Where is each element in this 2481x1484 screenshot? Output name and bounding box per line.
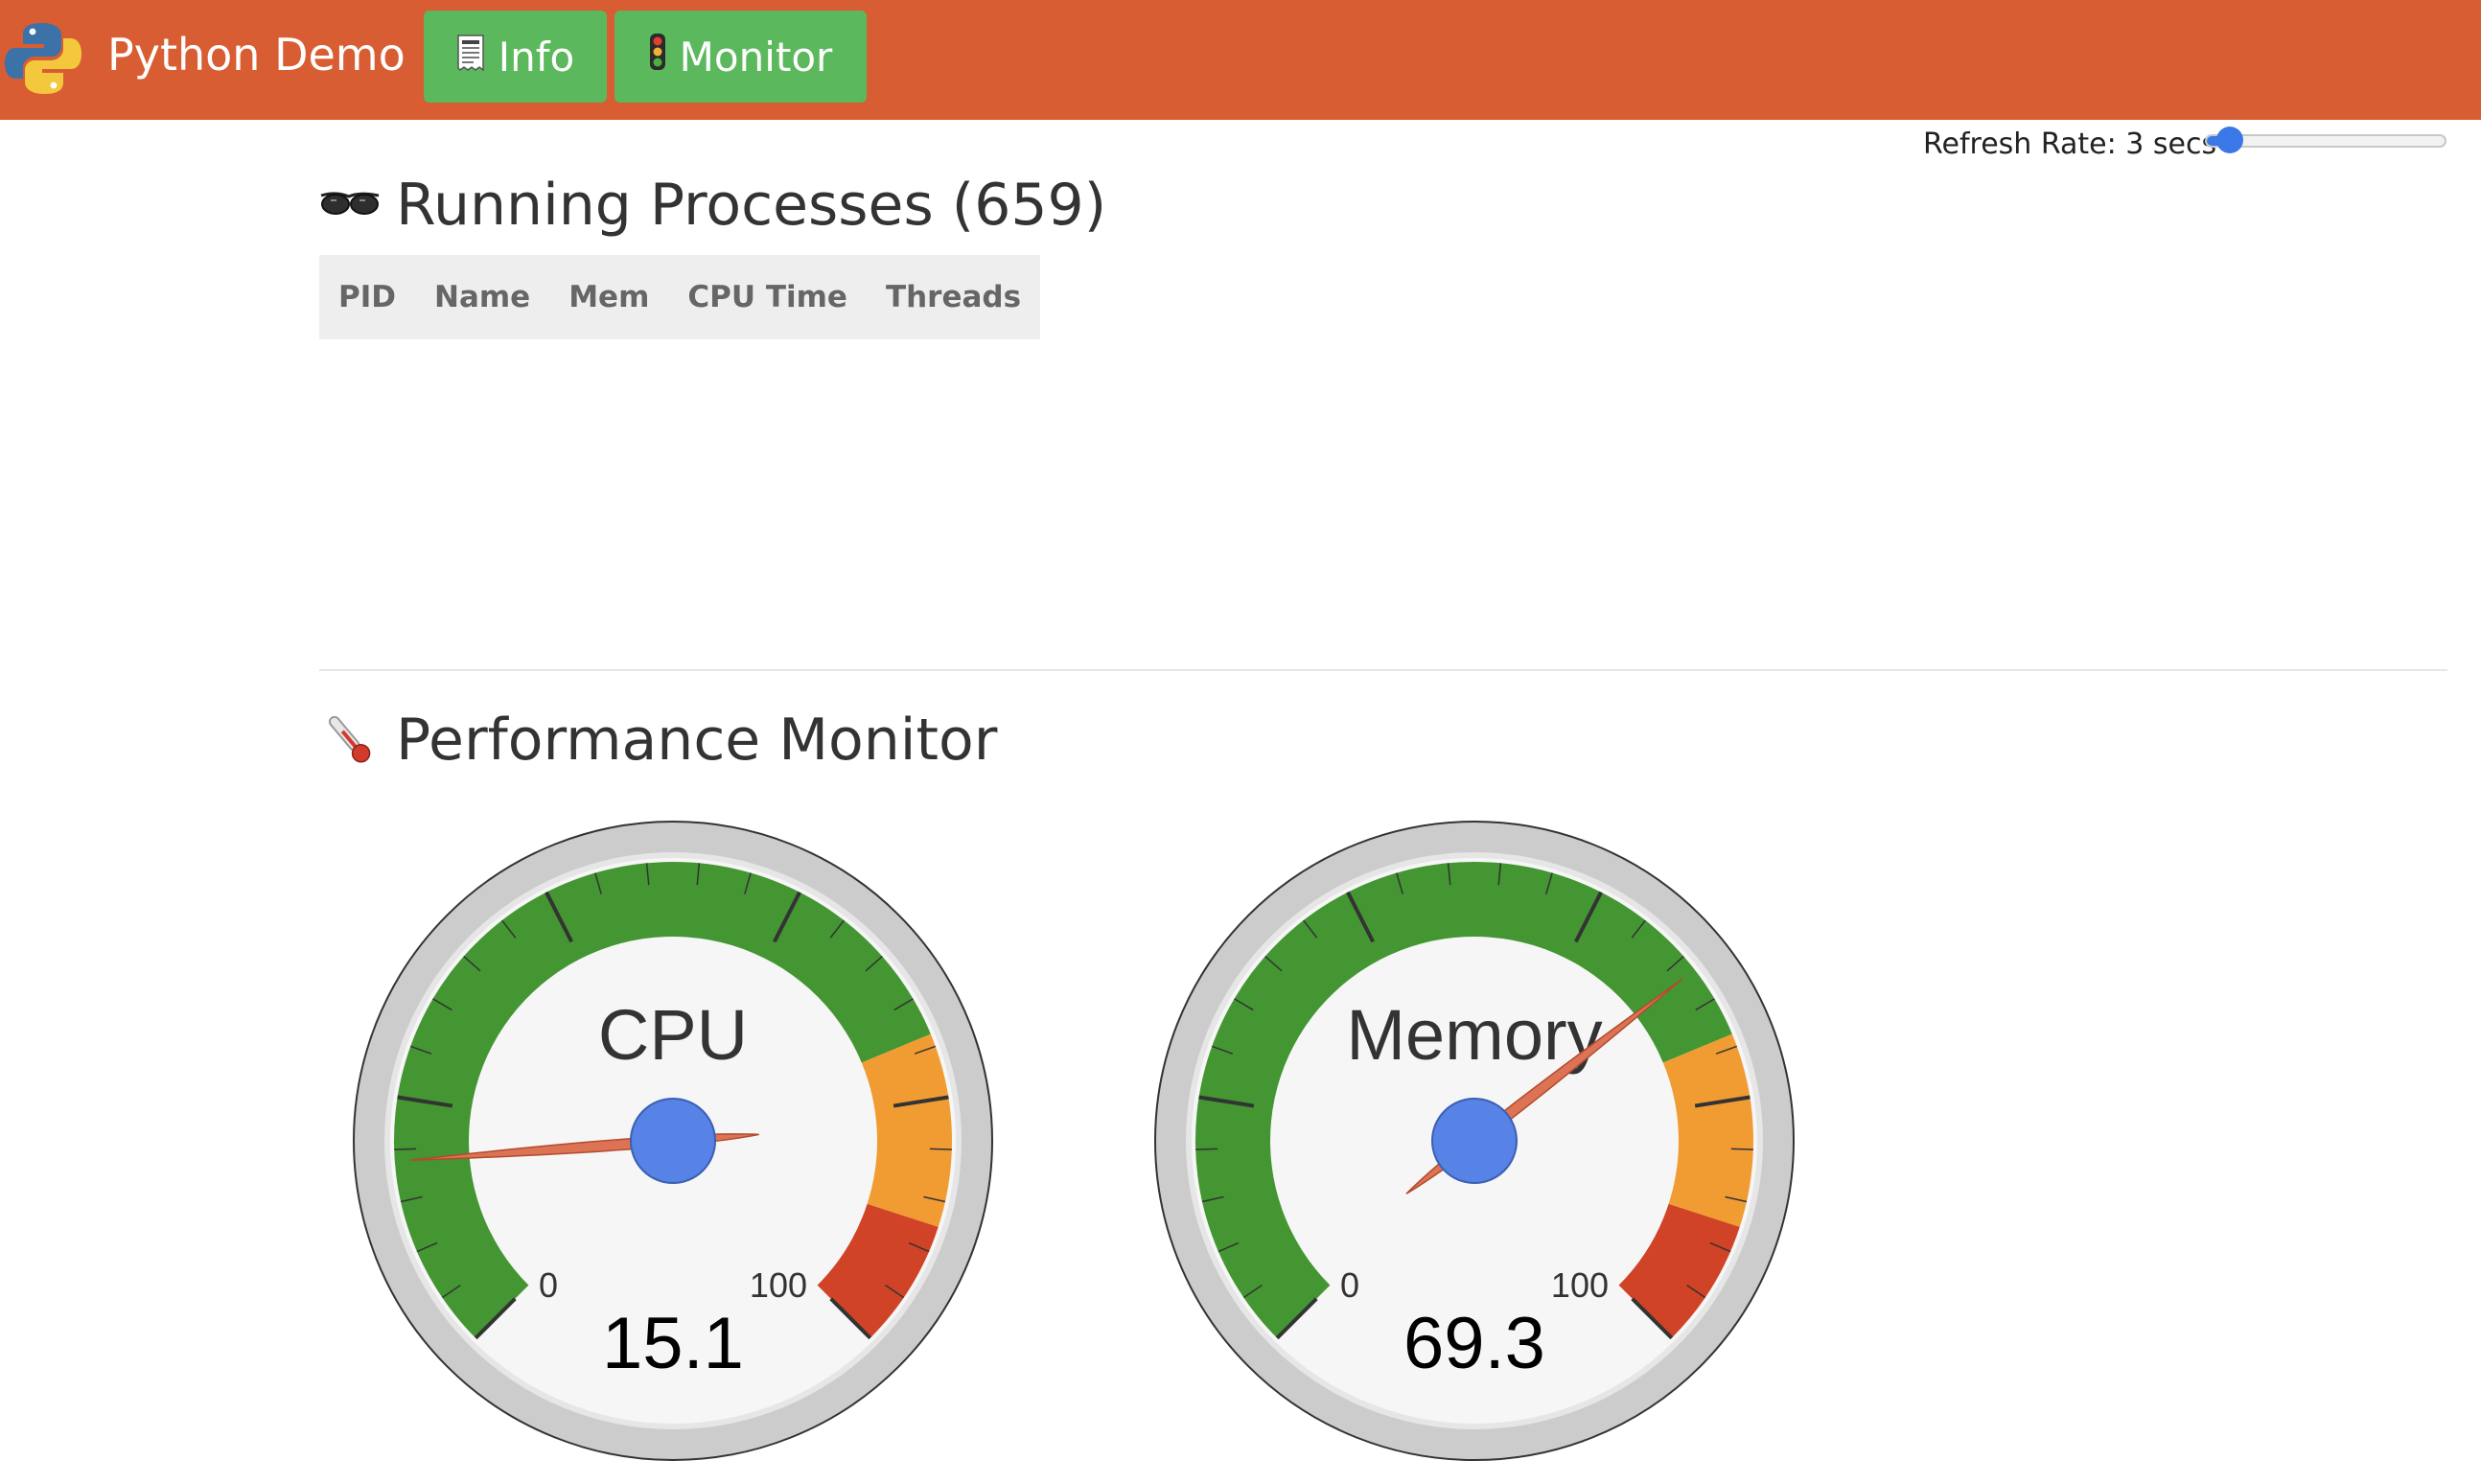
- navbar: Python Demo Info Monitor: [0, 0, 2481, 120]
- process-table-header-row: PID Name Mem CPU Time Threads: [319, 255, 1040, 339]
- gauge-value: 69.3: [1403, 1303, 1545, 1384]
- refresh-rate-slider-thumb[interactable]: [2216, 127, 2243, 153]
- refresh-rate-label: Refresh Rate: 3 secs: [1923, 128, 2217, 161]
- process-table: PID Name Mem CPU Time Threads: [319, 255, 1041, 339]
- monitor-button[interactable]: Monitor: [614, 11, 867, 103]
- gauge-max-label: 100: [750, 1265, 807, 1305]
- column-header-mem[interactable]: Mem: [549, 255, 668, 339]
- gauge-value: 15.1: [602, 1303, 744, 1384]
- performance-monitor-heading: Performance Monitor: [319, 702, 997, 778]
- info-button[interactable]: Info: [424, 11, 607, 103]
- column-header-threads[interactable]: Threads: [867, 255, 1040, 339]
- gauge-label: Memory: [1346, 995, 1602, 1075]
- traffic-light-icon: [649, 33, 666, 81]
- running-processes-title: Running Processes (659): [396, 172, 1107, 239]
- gauge-minor-tick: [1195, 1148, 1218, 1150]
- python-logo-icon[interactable]: [4, 21, 82, 96]
- gauge-minor-tick: [394, 1148, 417, 1150]
- glasses-icon: [319, 174, 381, 236]
- cpu-gauge: CPU 0 100 15.1: [352, 820, 994, 1462]
- memory-gauge: Memory 0 100 69.3: [1153, 820, 1796, 1462]
- info-button-label: Info: [498, 33, 575, 81]
- running-processes-heading: Running Processes (659): [319, 167, 1106, 243]
- receipt-icon: [456, 34, 485, 81]
- gauge-label: CPU: [598, 995, 748, 1075]
- gauge-minor-tick: [929, 1148, 952, 1150]
- section-divider: [319, 669, 2447, 671]
- brand-title[interactable]: Python Demo: [107, 23, 406, 86]
- gauge-max-label: 100: [1551, 1265, 1609, 1305]
- thermometer-icon: [319, 709, 381, 771]
- gauge-hub: [630, 1098, 716, 1184]
- column-header-name[interactable]: Name: [415, 255, 549, 339]
- column-header-cpu-time[interactable]: CPU Time: [668, 255, 867, 339]
- column-header-pid[interactable]: PID: [319, 255, 415, 339]
- performance-monitor-title: Performance Monitor: [396, 707, 998, 774]
- monitor-button-label: Monitor: [679, 33, 833, 81]
- gauge-minor-tick: [1730, 1148, 1753, 1150]
- gauge-min-label: 0: [539, 1265, 558, 1305]
- gauge-min-label: 0: [1340, 1265, 1359, 1305]
- gauge-hub: [1431, 1098, 1518, 1184]
